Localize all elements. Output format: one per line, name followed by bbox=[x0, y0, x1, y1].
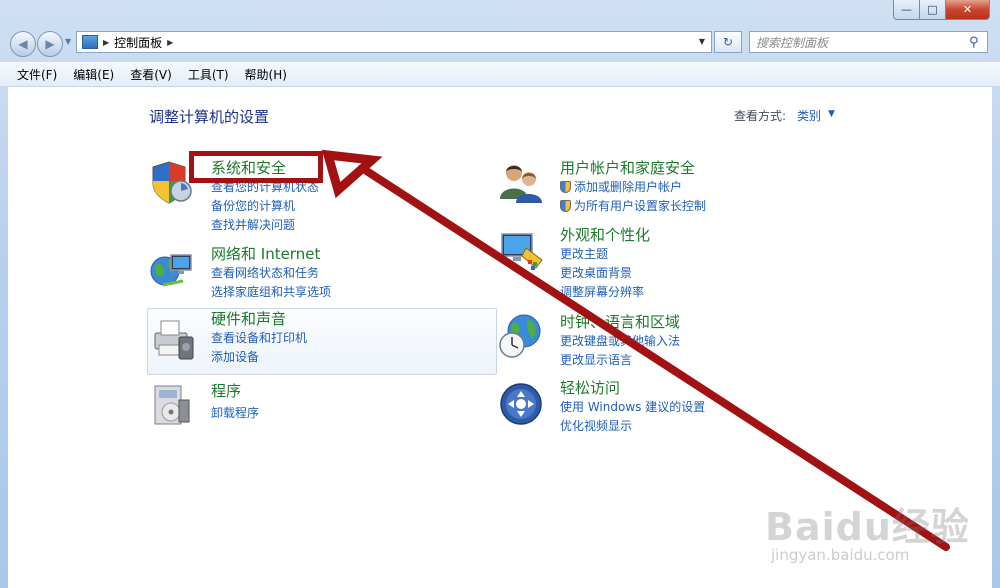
back-button[interactable]: ◀ bbox=[10, 31, 36, 57]
close-button[interactable]: ✕ bbox=[946, 0, 990, 20]
address-bar[interactable]: ▶ 控制面板 ▶ ▼ bbox=[76, 31, 712, 53]
search-icon[interactable]: ⚲ bbox=[969, 35, 979, 50]
menu-help[interactable]: 帮助(H) bbox=[237, 66, 295, 83]
category-clock-language-region: 时钟、语言和区域 更改键盘或其他输入法 更改显示语言 bbox=[498, 311, 848, 377]
control-panel-icon bbox=[82, 35, 98, 49]
caption-buttons: — □ ✕ bbox=[893, 0, 990, 20]
category-title-programs[interactable]: 程序 bbox=[211, 380, 241, 401]
view-mode-label: 查看方式: bbox=[734, 109, 787, 123]
category-network-internet: 网络和 Internet 查看网络状态和任务 选择家庭组和共享选项 bbox=[149, 243, 499, 309]
category-hardware-sound[interactable]: 硬件和声音 查看设备和打印机 添加设备 bbox=[147, 308, 497, 375]
link-backup-computer[interactable]: 备份您的计算机 bbox=[211, 197, 295, 214]
uac-shield-icon bbox=[560, 181, 571, 193]
menu-view[interactable]: 查看(V) bbox=[122, 66, 180, 83]
navigation-bar: ◀ ▶ ▼ ▶ 控制面板 ▶ ▼ ↻ ⚲ bbox=[0, 22, 1000, 62]
menu-file[interactable]: 文件(F) bbox=[0, 66, 65, 83]
menu-tools[interactable]: 工具(T) bbox=[180, 66, 237, 83]
link-add-device[interactable]: 添加设备 bbox=[211, 348, 259, 365]
address-dropdown-icon[interactable]: ▼ bbox=[699, 37, 705, 46]
breadcrumb-control-panel[interactable]: 控制面板 bbox=[114, 34, 162, 51]
view-mode-dropdown[interactable]: 类别 bbox=[797, 107, 821, 124]
breadcrumb-arrow-icon[interactable]: ▶ bbox=[103, 38, 109, 47]
category-ease-of-access: 轻松访问 使用 Windows 建议的设置 优化视频显示 bbox=[498, 377, 848, 443]
baidu-watermark: Baidu经验 jingyan.baidu.com bbox=[765, 496, 990, 574]
network-globe-icon bbox=[150, 254, 192, 287]
link-homegroup-sharing[interactable]: 选择家庭组和共享选项 bbox=[211, 283, 331, 300]
category-title-network-internet[interactable]: 网络和 Internet bbox=[211, 243, 320, 264]
search-input[interactable] bbox=[749, 31, 988, 53]
minimize-button[interactable]: — bbox=[893, 0, 920, 20]
link-view-network-status[interactable]: 查看网络状态和任务 bbox=[211, 264, 319, 281]
users-icon bbox=[500, 165, 542, 203]
category-title-user-accounts[interactable]: 用户帐户和家庭安全 bbox=[560, 157, 695, 178]
menu-edit[interactable]: 编辑(E) bbox=[65, 66, 122, 83]
recent-pages-chevron-down-icon[interactable]: ▼ bbox=[65, 37, 71, 46]
category-title-ease-of-access[interactable]: 轻松访问 bbox=[560, 377, 620, 398]
link-change-theme[interactable]: 更改主题 bbox=[560, 245, 608, 262]
forward-button[interactable]: ▶ bbox=[37, 31, 63, 57]
refresh-button[interactable]: ↻ bbox=[714, 31, 742, 53]
watermark-url: jingyan.baidu.com bbox=[771, 546, 910, 564]
breadcrumb-arrow-icon[interactable]: ▶ bbox=[167, 38, 173, 47]
link-parental-controls[interactable]: 为所有用户设置家长控制 bbox=[560, 197, 706, 214]
link-desktop-background[interactable]: 更改桌面背景 bbox=[560, 264, 632, 281]
category-title-clock-language-region[interactable]: 时钟、语言和区域 bbox=[560, 311, 680, 332]
page-title: 调整计算机的设置 bbox=[149, 108, 270, 126]
category-appearance: 外观和个性化 更改主题 更改桌面背景 调整屏幕分辨率 bbox=[498, 224, 848, 299]
monitor-paint-icon bbox=[501, 233, 543, 270]
uac-shield-icon bbox=[560, 200, 571, 212]
category-programs: 程序 卸载程序 bbox=[149, 380, 499, 446]
view-mode-caret-icon[interactable]: ▼ bbox=[828, 109, 835, 119]
ease-of-access-icon bbox=[500, 383, 542, 425]
link-uninstall-program[interactable]: 卸载程序 bbox=[211, 404, 259, 421]
category-user-accounts: 用户帐户和家庭安全 添加或删除用户帐户 为所有用户设置家长控制 bbox=[498, 157, 848, 223]
watermark-logo: Baidu经验 bbox=[765, 505, 970, 549]
link-add-remove-accounts[interactable]: 添加或删除用户帐户 bbox=[560, 178, 682, 195]
category-title-hardware-sound[interactable]: 硬件和声音 bbox=[211, 308, 286, 329]
link-recommended-settings[interactable]: 使用 Windows 建议的设置 bbox=[560, 398, 705, 415]
maximize-button[interactable]: □ bbox=[920, 0, 946, 20]
annotation-highlight-box bbox=[189, 151, 323, 183]
link-devices-printers[interactable]: 查看设备和打印机 bbox=[211, 329, 307, 346]
printer-icon bbox=[154, 320, 194, 360]
link-optimize-video[interactable]: 优化视频显示 bbox=[560, 417, 632, 434]
link-change-display-language[interactable]: 更改显示语言 bbox=[560, 351, 632, 368]
category-title-appearance[interactable]: 外观和个性化 bbox=[560, 224, 650, 245]
clock-globe-icon bbox=[499, 314, 541, 358]
link-troubleshoot[interactable]: 查找并解决问题 bbox=[211, 216, 295, 233]
link-change-input-method[interactable]: 更改键盘或其他输入法 bbox=[560, 332, 680, 349]
programs-icon bbox=[154, 385, 190, 425]
menu-bar: 文件(F) 编辑(E) 查看(V) 工具(T) 帮助(H) bbox=[0, 62, 1000, 87]
link-screen-resolution[interactable]: 调整屏幕分辨率 bbox=[560, 283, 644, 300]
